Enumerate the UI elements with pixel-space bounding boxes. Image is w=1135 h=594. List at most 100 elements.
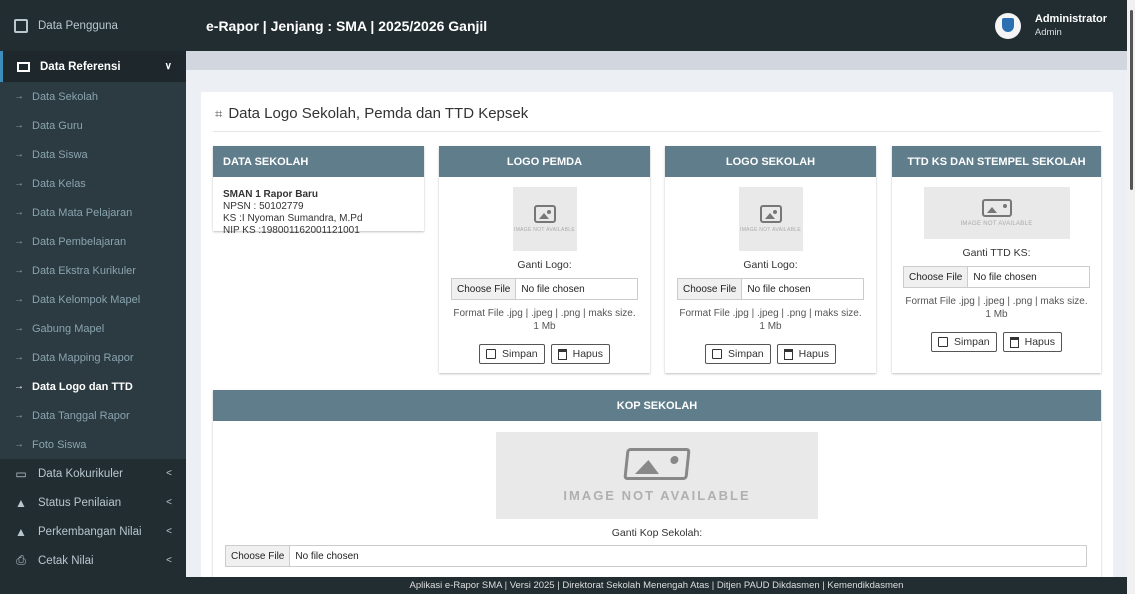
school-name: SMAN 1 Rapor Baru xyxy=(223,189,319,200)
sidebar-item-label: Gabung Mapel xyxy=(32,322,105,335)
arrow-right-icon: → xyxy=(14,178,24,189)
choose-file-button[interactable]: Choose File xyxy=(226,546,291,566)
file-status: No file chosen xyxy=(747,283,811,295)
save-icon xyxy=(486,349,497,359)
choose-file-button[interactable]: Choose File xyxy=(904,267,969,287)
sidebar-item-data-ekstra-kurikuler[interactable]: → Data Ekstra Kurikuler xyxy=(0,256,186,285)
sidebar-item-label: Data Mata Pelajaran xyxy=(32,206,133,219)
sidebar-menu-status-penilaian[interactable]: ▲ Status Penilaian < xyxy=(0,488,186,517)
sidebar-menu-perkembangan-nilai[interactable]: ▲ Perkembangan Nilai < xyxy=(0,517,186,546)
card-kop-sekolah: KOP SEKOLAH IMAGE NOT AVAILABLE Ganti Ko… xyxy=(213,390,1101,592)
school-ks: KS :I Nyoman Sumandra, M.Pd xyxy=(223,213,363,224)
user-card-icon xyxy=(14,18,28,33)
choose-file-button[interactable]: Choose File xyxy=(452,279,517,299)
card-header: TTD KS DAN STEMPEL SEKOLAH xyxy=(892,146,1101,177)
sidebar-item-data-pembelajaran[interactable]: → Data Pembelajaran xyxy=(0,227,186,256)
scrollbar-thumb[interactable] xyxy=(1130,10,1133,190)
file-input-logo-sekolah[interactable]: Choose File No file chosen xyxy=(677,278,864,300)
print-icon: ⎙ xyxy=(16,553,26,567)
arrow-right-icon: → xyxy=(14,381,24,392)
sidebar-item-label: Data Siswa xyxy=(32,148,88,161)
document-icon: ▭ xyxy=(15,466,27,481)
sidebar-item-label: Data Guru xyxy=(32,119,83,132)
card-header: DATA SEKOLAH xyxy=(213,146,424,177)
arrow-right-icon: → xyxy=(14,149,24,160)
sidebar-item-label: Data Logo dan TTD xyxy=(32,380,133,393)
page-title: ⌗ Data Logo Sekolah, Pemda dan TTD Kepse… xyxy=(215,105,528,122)
image-na-text: IMAGE NOT AVAILABLE xyxy=(960,221,1033,227)
card-body: IMAGE NOT AVAILABLE Ganti Logo: Choose F… xyxy=(439,177,650,364)
content-top-strip xyxy=(186,51,1127,70)
file-status: No file chosen xyxy=(521,283,585,295)
chevron-left-icon: < xyxy=(166,555,172,566)
sidebar-item-data-guru[interactable]: → Data Guru xyxy=(0,111,186,140)
sidebar-item-data-logo-dan-ttd[interactable]: → Data Logo dan TTD xyxy=(0,372,186,401)
sidebar-item-data-kelompok-mapel[interactable]: → Data Kelompok Mapel xyxy=(0,285,186,314)
sidebar-submenu: → Data Sekolah → Data Guru → Data Siswa → Da… xyxy=(0,82,186,459)
scrollbar[interactable] xyxy=(1127,0,1135,594)
arrow-right-icon: → xyxy=(14,323,24,334)
hapus-button[interactable]: Hapus xyxy=(776,344,836,364)
arrow-right-icon: → xyxy=(14,294,24,305)
sidebar-item-data-pengguna[interactable]: Data Pengguna xyxy=(0,0,186,51)
trash-icon xyxy=(1009,336,1019,348)
ganti-logo-label: Ganti Logo: xyxy=(517,259,572,271)
file-input-kop[interactable]: Choose File No file chosen xyxy=(225,545,1087,567)
sidebar-menu-data-kokurikuler[interactable]: ▭ Data Kokurikuler < xyxy=(0,459,186,488)
trash-icon xyxy=(557,348,567,360)
user-menu[interactable]: Administrator Admin xyxy=(994,12,1107,39)
sidebar-menu-label: Data Referensi xyxy=(40,60,121,73)
image-not-available: IMAGE NOT AVAILABLE xyxy=(512,187,577,251)
file-input-ttd[interactable]: Choose File No file chosen xyxy=(903,266,1090,288)
sidebar-item-label: Data Ekstra Kurikuler xyxy=(32,264,136,277)
school-nip: NIP KS :198001162001121001 xyxy=(223,225,360,236)
hapus-button[interactable]: Hapus xyxy=(1002,332,1062,352)
button-group: Simpan Hapus xyxy=(479,344,610,364)
sidebar-item-data-kelas[interactable]: → Data Kelas xyxy=(0,169,186,198)
button-label: Hapus xyxy=(572,348,603,360)
main-box: ⌗ Data Logo Sekolah, Pemda dan TTD Kepse… xyxy=(201,92,1113,592)
image-not-available: IMAGE NOT AVAILABLE xyxy=(738,187,803,251)
chevron-down-icon: ∨ xyxy=(164,61,172,72)
user-role: Admin xyxy=(1034,27,1062,38)
sidebar-item-label: Data Kelas xyxy=(32,177,86,190)
sidebar-item-data-siswa[interactable]: → Data Siswa xyxy=(0,140,186,169)
image-na-text: IMAGE NOT AVAILABLE xyxy=(563,488,751,503)
choose-file-button[interactable]: Choose File xyxy=(678,279,743,299)
card-body: IMAGE NOT AVAILABLE Ganti Kop Sekolah: C… xyxy=(213,421,1101,567)
sidebar-item-data-tanggal-rapor[interactable]: → Data Tanggal Rapor xyxy=(0,401,186,430)
simpan-button[interactable]: Simpan xyxy=(931,332,997,352)
sidebar: Data Pengguna Data Referensi ∨ → Data Sek… xyxy=(0,0,186,594)
sidebar-item-gabung-mapel[interactable]: → Gabung Mapel xyxy=(0,314,186,343)
divider xyxy=(213,131,1101,132)
simpan-button[interactable]: Simpan xyxy=(705,344,771,364)
ganti-logo-label: Ganti Logo: xyxy=(743,259,798,271)
sidebar-item-foto-siswa[interactable]: → Foto Siswa xyxy=(0,430,186,459)
sidebar-menu-label: Data Kokurikuler xyxy=(38,467,124,480)
image-na-text: IMAGE NOT AVAILABLE xyxy=(740,227,801,233)
sidebar-item-data-sekolah[interactable]: → Data Sekolah xyxy=(0,82,186,111)
ganti-kop-label: Ganti Kop Sekolah: xyxy=(611,527,703,539)
card-ttd-ks: TTD KS DAN STEMPEL SEKOLAH IMAGE NOT AVA… xyxy=(892,146,1101,373)
file-status: No file chosen xyxy=(295,550,359,562)
sidebar-item-data-mapping-rapor[interactable]: → Data Mapping Rapor xyxy=(0,343,186,372)
file-input-logo-pemda[interactable]: Choose File No file chosen xyxy=(451,278,638,300)
hapus-button[interactable]: Hapus xyxy=(550,344,610,364)
simpan-button[interactable]: Simpan xyxy=(479,344,545,364)
main-content: ⌗ Data Logo Sekolah, Pemda dan TTD Kepse… xyxy=(186,51,1127,594)
sidebar-menu-data-referensi[interactable]: Data Referensi ∨ xyxy=(0,51,186,82)
image-not-available: IMAGE NOT AVAILABLE xyxy=(496,432,818,519)
sidebar-menu-cetak-nilai[interactable]: ⎙ Cetak Nilai < xyxy=(0,546,186,575)
image-not-available: IMAGE NOT AVAILABLE xyxy=(923,187,1070,239)
graduation-cap-icon: ▲ xyxy=(15,495,27,510)
sidebar-item-label: Foto Siswa xyxy=(32,438,87,451)
user-name: Administrator xyxy=(1034,13,1107,25)
format-hint: Format File .jpg | .jpeg | .png | maks s… xyxy=(679,308,862,332)
save-icon xyxy=(938,337,949,347)
image-placeholder-icon xyxy=(623,448,691,480)
card-header: LOGO SEKOLAH xyxy=(665,146,876,177)
arrow-right-icon: → xyxy=(14,236,24,247)
sidebar-item-data-mata-pelajaran[interactable]: → Data Mata Pelajaran xyxy=(0,198,186,227)
sidebar-menu-label: Status Penilaian xyxy=(38,496,122,509)
arrow-right-icon: → xyxy=(14,120,24,131)
